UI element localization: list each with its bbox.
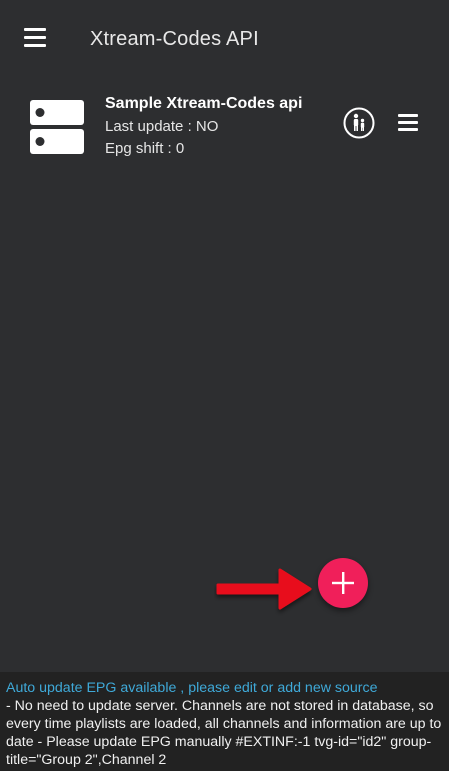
hamburger-icon[interactable] [24,28,46,48]
footer-info: Auto update EPG available , please edit … [0,672,449,771]
top-app-bar: Xtream-Codes API [0,0,449,78]
page-title: Xtream-Codes API [90,28,259,50]
parental-control-icon[interactable] [343,107,375,139]
source-last-update: Last update : NO [105,118,219,135]
footer-info-text: - No need to update server. Channels are… [6,698,442,768]
source-name: Sample Xtream-Codes api [105,95,303,112]
epg-update-link[interactable]: Auto update EPG available , please edit … [6,679,443,697]
add-source-button[interactable] [318,558,368,608]
server-icon [30,100,84,154]
more-menu-icon[interactable] [398,114,420,132]
source-list-item[interactable]: Sample Xtream-Codes api Last update : NO… [0,88,449,168]
plus-icon [332,572,354,594]
arrow-right-icon [216,568,312,610]
source-epg-shift: Epg shift : 0 [105,140,185,157]
app-screen: Xtream-Codes API Sample Xtream-Codes api… [0,0,449,771]
